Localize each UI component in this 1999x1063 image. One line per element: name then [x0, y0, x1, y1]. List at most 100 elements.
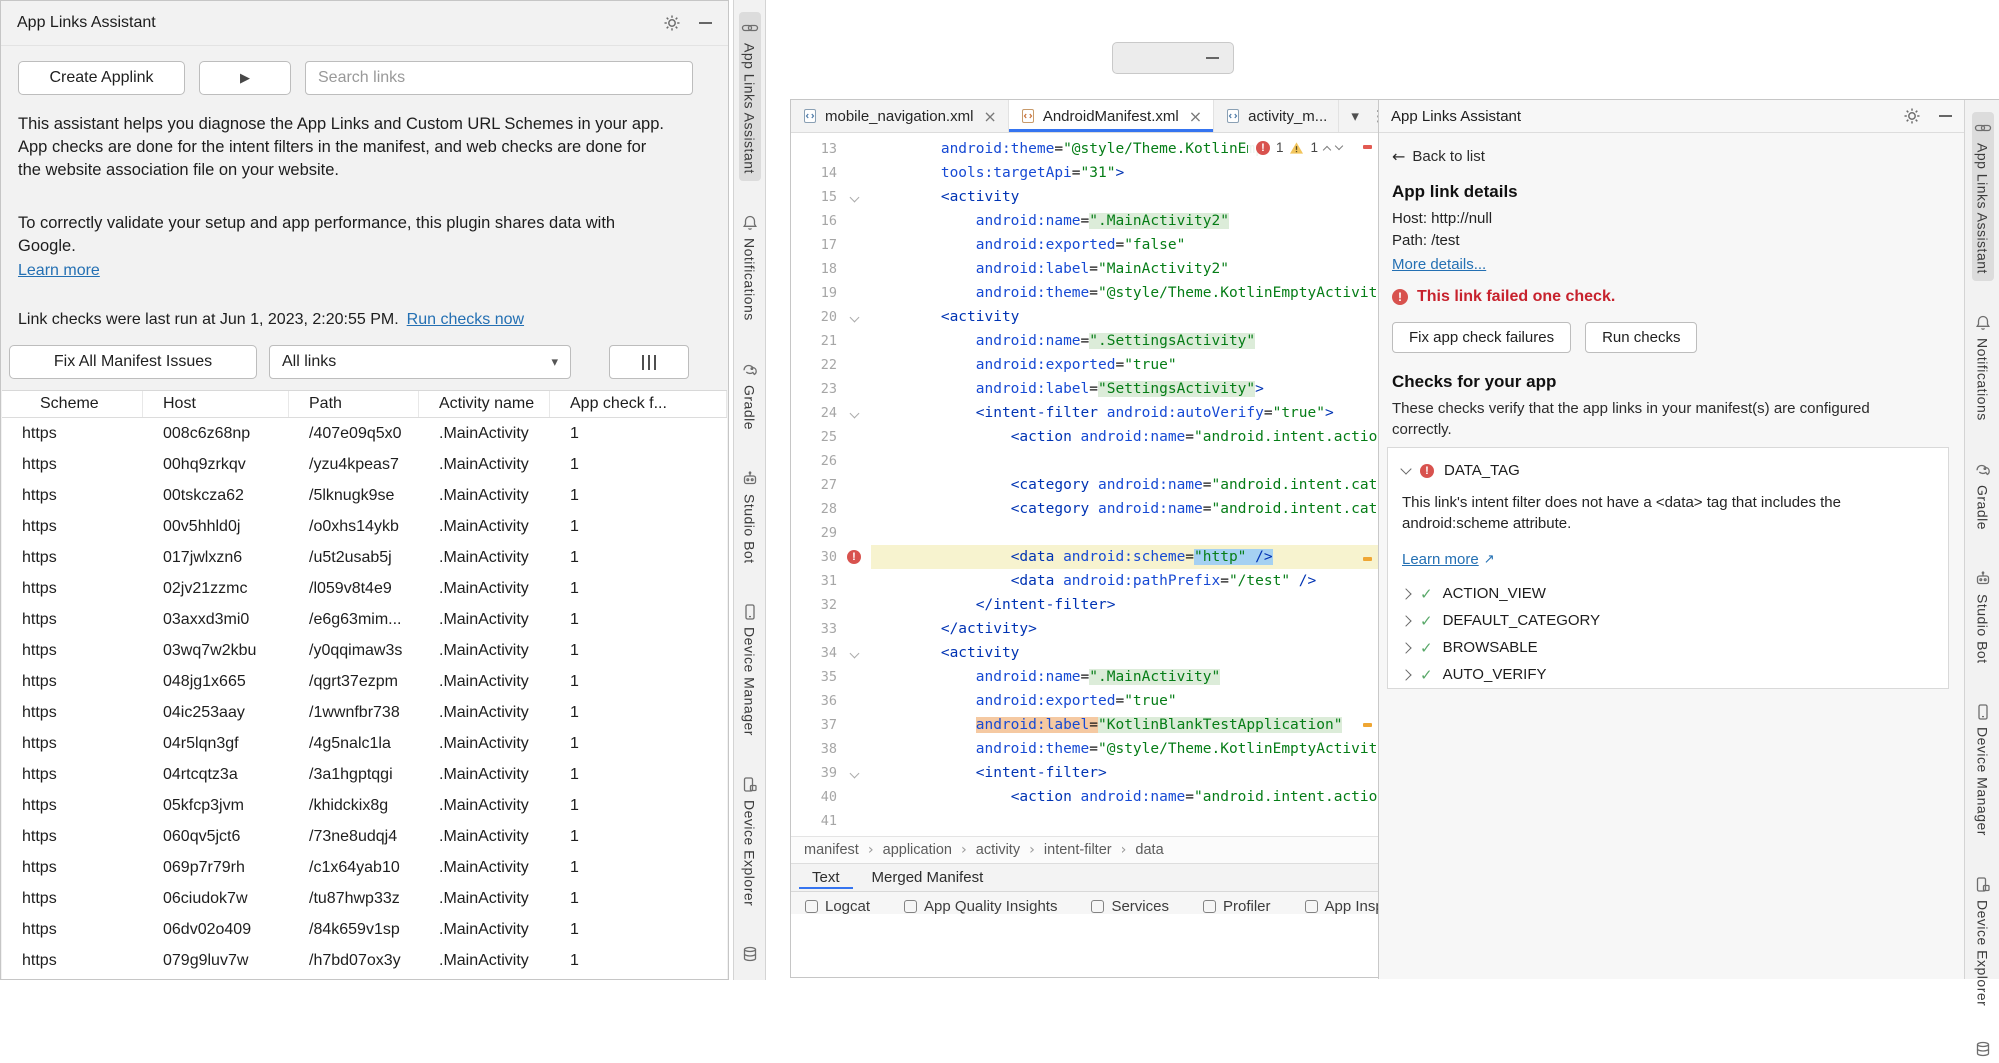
tab-activity-layout-xml[interactable]: activity_m...: [1214, 100, 1339, 132]
column-header-path[interactable]: Path: [289, 391, 419, 417]
back-to-list-link[interactable]: ← Back to list: [1392, 147, 1485, 166]
code-line[interactable]: 16 android:name=".MainActivity2": [791, 209, 1378, 233]
links-filter-dropdown[interactable]: All links ▾: [269, 345, 571, 379]
breadcrumb-item[interactable]: manifest: [804, 842, 859, 858]
minimize-icon[interactable]: [1939, 115, 1952, 117]
strip-tab-studio-bot[interactable]: Studio Bot: [1972, 563, 1994, 671]
fold-icon[interactable]: [849, 408, 859, 418]
column-header-scheme[interactable]: Scheme: [2, 391, 143, 417]
code-line[interactable]: 25 <action android:name="android.intent.…: [791, 425, 1378, 449]
previous-issue-icon[interactable]: [1323, 145, 1331, 153]
fold-icon[interactable]: [849, 312, 859, 322]
create-applink-button[interactable]: Create Applink: [18, 61, 185, 95]
code-line[interactable]: 37 android:label="KotlinBlankTestApplica…: [791, 713, 1378, 737]
code-line[interactable]: 31 <data android:pathPrefix="/test" />: [791, 569, 1378, 593]
table-row[interactable]: https017jwlxzn6/u5t2usab5j.MainActivity1: [2, 542, 727, 573]
fix-all-manifest-issues-button[interactable]: Fix All Manifest Issues: [9, 345, 257, 379]
fold-icon[interactable]: [849, 192, 859, 202]
code-line[interactable]: 32 </intent-filter>: [791, 593, 1378, 617]
strip-tab-app-links-assistant[interactable]: App Links Assistant: [739, 12, 761, 181]
table-row[interactable]: https00v5hhld0j/o0xhs14ykb.MainActivity1: [2, 511, 727, 542]
bottom-tool-item[interactable]: App Quality Insights: [904, 899, 1057, 914]
table-row[interactable]: https00hq9zrkqv/yzu4kpeas7.MainActivity1: [2, 449, 727, 480]
learn-more-link[interactable]: Learn more: [18, 262, 100, 280]
tab-merged-manifest[interactable]: Merged Manifest: [859, 866, 997, 889]
code-line[interactable]: 30 <data android:scheme="http" />: [791, 545, 1378, 569]
breadcrumb-item[interactable]: intent-filter: [1044, 842, 1112, 858]
breadcrumb-item[interactable]: activity: [976, 842, 1020, 858]
close-icon[interactable]: ×: [983, 107, 996, 126]
strip-tab-device-explorer[interactable]: Device Explorer: [739, 769, 761, 913]
run-checks-now-link[interactable]: Run checks now: [407, 311, 524, 329]
table-row[interactable]: https04rtcqtz3a/3a1hgptqgi.MainActivity1: [2, 759, 727, 790]
table-row[interactable]: https03axxd3mi0/e6g63mim....MainActivity…: [2, 604, 727, 635]
code-editor[interactable]: 13 android:theme="@style/Theme.KotlinEmp…: [791, 133, 1378, 836]
check-row-data-tag[interactable]: DATA_TAG: [1388, 448, 1948, 479]
fix-app-check-failures-button[interactable]: Fix app check failures: [1392, 322, 1571, 353]
code-line[interactable]: 33 </activity>: [791, 617, 1378, 641]
code-line[interactable]: 19 android:theme="@style/Theme.KotlinEmp…: [791, 281, 1378, 305]
breadcrumb-item[interactable]: data: [1135, 842, 1163, 858]
strip-tab-database[interactable]: [741, 945, 759, 968]
table-row[interactable]: https04ic253aay/1wwnfbr738.MainActivity1: [2, 697, 727, 728]
table-row[interactable]: https00tskcza62/5lknugk9se.MainActivity1: [2, 480, 727, 511]
code-line[interactable]: 36 android:exported="true": [791, 689, 1378, 713]
code-line[interactable]: 21 android:name=".SettingsActivity": [791, 329, 1378, 353]
table-row[interactable]: https04r5lqn3gf/4g5nalc1la.MainActivity1: [2, 728, 727, 759]
table-row[interactable]: https008c6z68np/407e09q5x0.MainActivity1: [2, 418, 727, 449]
more-details-link[interactable]: More details...: [1392, 256, 1486, 273]
inspections-widget[interactable]: 1 1: [1248, 138, 1350, 157]
table-row[interactable]: https069p7r79rh/c1x64yab10.MainActivity1: [2, 852, 727, 883]
breadcrumb-item[interactable]: application: [883, 842, 952, 858]
tab-text[interactable]: Text: [799, 866, 853, 889]
tab-android-manifest-xml[interactable]: AndroidManifest.xml ×: [1009, 100, 1214, 132]
run-checks-button[interactable]: Run checks: [1585, 322, 1697, 353]
strip-tab-notifications[interactable]: Notifications: [1972, 307, 1994, 428]
search-links-input[interactable]: [305, 61, 693, 95]
table-row[interactable]: https060qv5jct6/73ne8udqj4.MainActivity1: [2, 821, 727, 852]
strip-tab-device-manager[interactable]: Device Manager: [739, 596, 761, 743]
code-line[interactable]: 28 <category android:name="android.inten…: [791, 497, 1378, 521]
column-header-app-check[interactable]: App check f...: [550, 391, 727, 417]
tab-mobile-navigation-xml[interactable]: mobile_navigation.xml ×: [791, 100, 1009, 132]
column-header-activity[interactable]: Activity name: [419, 391, 550, 417]
learn-more-link[interactable]: Learn more: [1402, 551, 1479, 568]
code-line[interactable]: 34 <activity: [791, 641, 1378, 665]
table-row[interactable]: https03wq7w2kbu/y0qqimaw3s.MainActivity1: [2, 635, 727, 666]
strip-tab-app-links-assistant[interactable]: App Links Assistant: [1972, 112, 1994, 281]
minimize-icon[interactable]: [699, 22, 712, 24]
code-line[interactable]: 23 android:label="SettingsActivity">: [791, 377, 1378, 401]
check-row[interactable]: ✓DEFAULT_CATEGORY: [1388, 607, 1948, 634]
table-row[interactable]: https06dv02o409/84k659v1sp.MainActivity1: [2, 914, 727, 945]
bottom-tool-item[interactable]: Services: [1091, 899, 1169, 914]
fold-icon[interactable]: [849, 768, 859, 778]
gear-icon[interactable]: [663, 14, 681, 32]
gear-icon[interactable]: [1903, 107, 1921, 125]
table-row[interactable]: https02jv21zzmc/l059v8t4e9.MainActivity1: [2, 573, 727, 604]
code-line[interactable]: 29: [791, 521, 1378, 545]
strip-tab-device-manager[interactable]: Device Manager: [1972, 696, 1994, 843]
strip-tab-notifications[interactable]: Notifications: [739, 207, 761, 328]
strip-tab-studio-bot[interactable]: Studio Bot: [739, 463, 761, 571]
code-line[interactable]: 40 <action android:name="android.intent.…: [791, 785, 1378, 809]
code-line[interactable]: 24 <intent-filter android:autoVerify="tr…: [791, 401, 1378, 425]
table-row[interactable]: https05kfcp3jvm/khidckix8g.MainActivity1: [2, 790, 727, 821]
strip-tab-gradle[interactable]: Gradle: [1972, 454, 1994, 537]
code-line[interactable]: 27 <category android:name="android.inten…: [791, 473, 1378, 497]
hidden-tabs-chevron-icon[interactable]: ▾: [1351, 107, 1359, 125]
code-line[interactable]: 20 <activity: [791, 305, 1378, 329]
check-row[interactable]: ✓ACTION_VIEW: [1388, 580, 1948, 607]
fold-icon[interactable]: [849, 648, 859, 658]
check-row[interactable]: ✓AUTO_VERIFY: [1388, 661, 1948, 688]
check-row[interactable]: ✓BROWSABLE: [1388, 634, 1948, 661]
close-icon[interactable]: ×: [1189, 107, 1202, 126]
code-line[interactable]: 22 android:exported="true": [791, 353, 1378, 377]
code-line[interactable]: 39 <intent-filter>: [791, 761, 1378, 785]
column-header-host[interactable]: Host: [143, 391, 289, 417]
bottom-tool-item[interactable]: App Inspection: [1305, 899, 1379, 914]
run-link-checks-button[interactable]: ▶: [199, 61, 291, 95]
code-line[interactable]: 15 <activity: [791, 185, 1378, 209]
next-issue-icon[interactable]: [1335, 141, 1343, 149]
strip-tab-device-explorer[interactable]: Device Explorer: [1972, 869, 1994, 1013]
configure-columns-button[interactable]: [609, 345, 689, 379]
